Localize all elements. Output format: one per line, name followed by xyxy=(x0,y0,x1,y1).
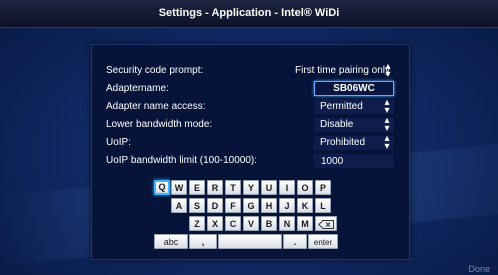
done-button[interactable]: Done xyxy=(468,264,490,274)
setting-row-security: Security code prompt: First time pairing… xyxy=(106,61,396,80)
updown-arrows-icon: ▴ ▾ xyxy=(385,61,391,80)
key-b[interactable]: B xyxy=(261,216,277,231)
lower-bandwidth-mode-select[interactable]: Disable ▴ ▾ xyxy=(314,115,394,134)
security-code-prompt-select[interactable]: First time pairing only ▴ ▾ xyxy=(281,61,395,80)
updown-arrows-icon: ▴ ▾ xyxy=(384,133,390,152)
key-a[interactable]: A xyxy=(171,198,187,213)
key-h[interactable]: H xyxy=(261,198,277,213)
uoip-bandwidth-limit-input[interactable]: 1000 xyxy=(314,154,394,168)
key-s[interactable]: S xyxy=(189,198,205,213)
key-p[interactable]: P xyxy=(315,180,331,195)
key-r[interactable]: R xyxy=(207,180,223,195)
adapter-name-access-label: Adapter name access: xyxy=(106,101,206,112)
key-abc[interactable]: abc xyxy=(154,234,188,249)
updown-arrows-icon: ▴ ▾ xyxy=(384,115,390,134)
key-c[interactable]: C xyxy=(225,216,241,231)
title-bar: Settings - Application - Intel® WiDi xyxy=(0,0,498,28)
settings-panel: Security code prompt: First time pairing… xyxy=(91,44,410,260)
key-g[interactable]: G xyxy=(243,198,259,213)
key-backspace[interactable] xyxy=(315,216,337,231)
key-n[interactable]: N xyxy=(279,216,295,231)
key-u[interactable]: U xyxy=(261,180,277,195)
updown-arrows-icon: ▴ ▾ xyxy=(384,97,390,116)
key-t[interactable]: T xyxy=(225,180,241,195)
setting-row-name-access: Adapter name access: Permitted ▴ ▾ xyxy=(106,97,396,116)
key-w[interactable]: W xyxy=(171,180,187,195)
setting-row-uoip-limit: UoIP bandwidth limit (100-10000): 1000 xyxy=(106,154,396,168)
security-code-prompt-label: Security code prompt: xyxy=(106,65,204,76)
uoip-label: UoIP: xyxy=(106,137,132,148)
key-j[interactable]: J xyxy=(279,198,295,213)
key-x[interactable]: X xyxy=(207,216,223,231)
adaptername-value: SB06WC xyxy=(333,83,375,94)
window-title: Settings - Application - Intel® WiDi xyxy=(158,7,340,19)
key-l[interactable]: L xyxy=(315,198,331,213)
key-k[interactable]: K xyxy=(297,198,313,213)
lower-bandwidth-mode-value: Disable xyxy=(320,119,354,130)
setting-row-adaptername: Adaptername: SB06WC xyxy=(106,81,396,96)
uoip-bandwidth-limit-label: UoIP bandwidth limit (100-10000): xyxy=(106,155,258,166)
uoip-bandwidth-limit-value: 1000 xyxy=(321,156,344,167)
setting-row-bandwidth-mode: Lower bandwidth mode: Disable ▴ ▾ xyxy=(106,115,396,134)
adapter-name-access-value: Permitted xyxy=(320,101,363,112)
key-i[interactable]: I xyxy=(279,180,295,195)
key-period[interactable]: . xyxy=(283,234,307,249)
uoip-value: Prohibited xyxy=(320,137,366,148)
key-m[interactable]: M xyxy=(297,216,313,231)
backspace-icon xyxy=(318,220,334,229)
key-space[interactable] xyxy=(218,234,282,249)
key-comma[interactable]: , xyxy=(189,234,217,249)
key-d[interactable]: D xyxy=(207,198,223,213)
security-code-prompt-value: First time pairing only xyxy=(295,65,391,76)
key-f[interactable]: F xyxy=(225,198,241,213)
key-y[interactable]: Y xyxy=(243,180,259,195)
key-e[interactable]: E xyxy=(189,180,205,195)
key-v[interactable]: V xyxy=(243,216,259,231)
adaptername-input[interactable]: SB06WC xyxy=(314,81,394,96)
key-o[interactable]: O xyxy=(297,180,313,195)
lower-bandwidth-mode-label: Lower bandwidth mode: xyxy=(106,119,213,130)
setting-row-uoip: UoIP: Prohibited ▴ ▾ xyxy=(106,133,396,152)
key-enter[interactable]: enter xyxy=(308,234,338,249)
adapter-name-access-select[interactable]: Permitted ▴ ▾ xyxy=(314,97,394,116)
uoip-select[interactable]: Prohibited ▴ ▾ xyxy=(314,133,394,152)
key-q[interactable]: Q xyxy=(154,180,170,195)
key-z[interactable]: Z xyxy=(189,216,205,231)
adaptername-label: Adaptername: xyxy=(106,83,169,94)
